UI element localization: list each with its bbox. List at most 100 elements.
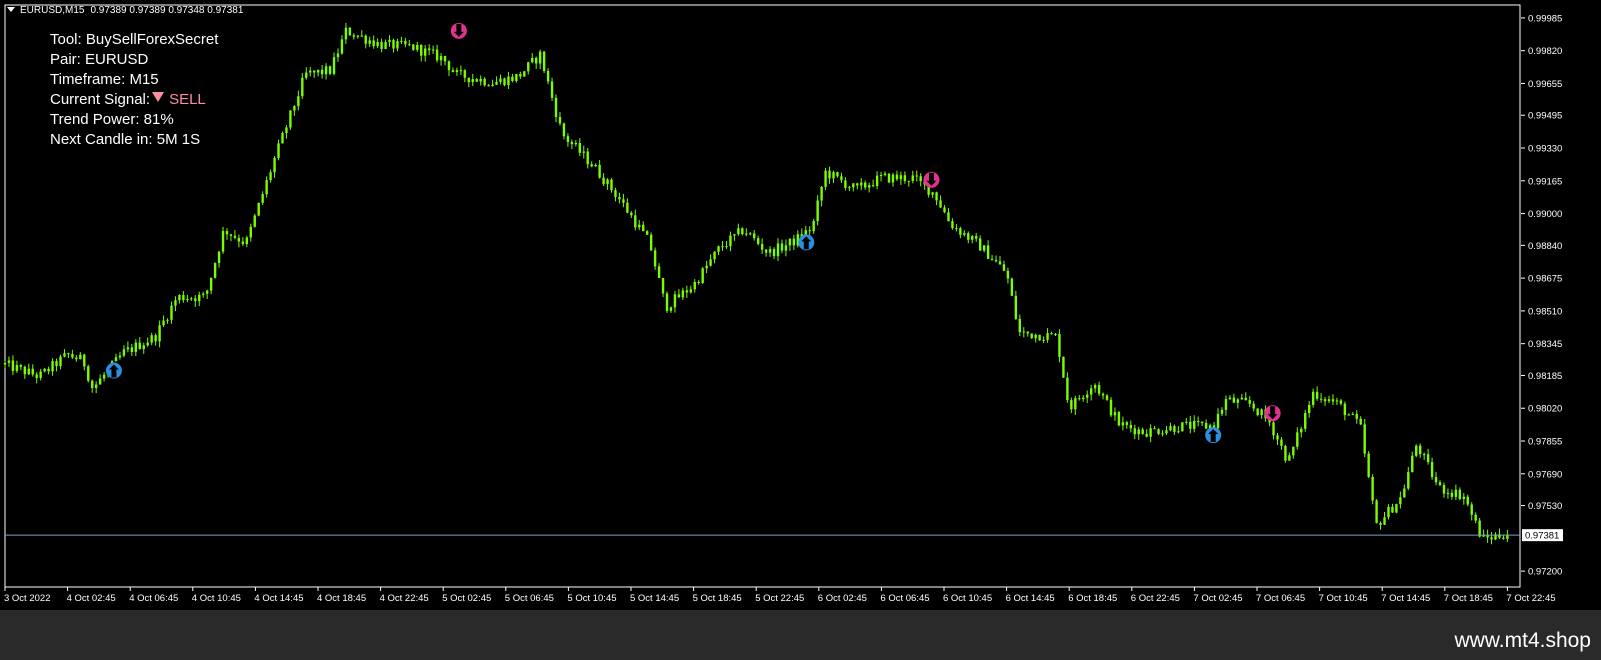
candle-body <box>828 170 831 179</box>
candle-body <box>404 40 407 45</box>
sell-arrow-icon <box>1264 405 1281 422</box>
buy-arrow-icon <box>1205 427 1222 444</box>
candle-body <box>824 170 827 187</box>
candle-body <box>158 325 161 342</box>
y-tick-label: 0.99165 <box>1528 176 1562 187</box>
x-tick-label: 6 Oct 22:45 <box>1131 593 1180 604</box>
candle-body <box>661 277 665 294</box>
candle-body <box>146 342 149 346</box>
candle-body <box>154 335 157 342</box>
candle-body <box>265 180 268 195</box>
price-chart[interactable]: 0.99985 0.99820 0.99655 0.99495 0.99330 0.991… <box>0 0 1601 610</box>
candle-body <box>713 251 716 260</box>
candle-body <box>134 342 138 352</box>
x-tick-label: 6 Oct 02:45 <box>818 593 867 604</box>
candle-body <box>677 294 681 298</box>
current-price-label: 0.97381 <box>1525 531 1559 542</box>
candle-body <box>1089 388 1093 395</box>
x-tick-label: 4 Oct 06:45 <box>129 593 178 604</box>
candle-body <box>416 44 419 50</box>
candle-body <box>1066 377 1069 401</box>
candle-body <box>733 234 736 236</box>
candle-body <box>578 142 581 153</box>
y-tick-label: 0.98020 <box>1528 404 1562 415</box>
candle-body <box>245 237 249 245</box>
candle-body <box>634 215 637 228</box>
candle-body <box>1470 504 1473 515</box>
candle-body <box>1185 421 1188 423</box>
candle-body <box>332 57 336 74</box>
candle-body <box>1339 400 1343 404</box>
chart-menu-triangle-icon[interactable] <box>7 7 15 12</box>
candle-body <box>963 233 966 235</box>
x-tick-label: 4 Oct 18:45 <box>317 593 366 604</box>
candle-body <box>1121 422 1125 426</box>
candle-body <box>745 233 748 235</box>
candle-body <box>1141 429 1144 434</box>
candle-body <box>352 35 356 37</box>
candle-body <box>669 307 673 311</box>
candle-body <box>423 48 427 56</box>
candle-body <box>955 228 958 230</box>
candle-body <box>439 55 443 61</box>
candle-body <box>780 243 784 251</box>
candle-body <box>895 174 899 180</box>
candle-body <box>1042 339 1045 341</box>
candle-body <box>1038 334 1041 341</box>
candle-body <box>542 51 546 71</box>
candle-body <box>586 151 589 165</box>
candle-body <box>217 251 221 264</box>
candle-body <box>63 353 66 357</box>
candle-body <box>856 183 859 186</box>
candle-body <box>1506 535 1509 539</box>
candle-body <box>1407 472 1410 489</box>
candle-body <box>836 172 839 177</box>
candle-body <box>899 175 903 180</box>
x-tick-label: 5 Oct 02:45 <box>442 593 491 604</box>
candle-body <box>273 157 276 173</box>
candle-body <box>1058 334 1061 357</box>
candle-body <box>39 371 42 378</box>
candle-body <box>776 243 780 257</box>
candle-body <box>1260 409 1263 416</box>
next-candle-label: Next Candle in: 5M 1S <box>50 131 201 148</box>
candle-body <box>186 298 189 301</box>
candle-body <box>221 231 225 252</box>
candle-body <box>507 76 510 86</box>
candle-body <box>1070 400 1073 410</box>
candle-body <box>1022 331 1025 333</box>
candle-body <box>459 70 463 72</box>
x-tick-label: 6 Oct 10:45 <box>943 593 992 604</box>
candle-body <box>1446 492 1450 494</box>
candle-body <box>1399 497 1402 505</box>
y-tick-label: 0.97530 <box>1528 501 1562 512</box>
candle-body <box>907 180 911 182</box>
candle-body <box>463 70 467 78</box>
candle-body <box>653 250 657 267</box>
candle-body <box>602 177 605 185</box>
candle-body <box>11 360 15 371</box>
symbol-timeframe: EURUSD,M15 <box>20 5 85 16</box>
candle-body <box>665 293 669 311</box>
candle-body <box>998 261 1002 265</box>
candle-body <box>570 141 574 145</box>
x-tick-label: 4 Oct 22:45 <box>380 593 429 604</box>
candle-body <box>741 228 744 235</box>
candle-body <box>534 57 538 64</box>
chart-area[interactable]: 0.99985 0.99820 0.99655 0.99495 0.99330 0.991… <box>0 0 1601 610</box>
candle-body <box>1395 504 1398 513</box>
candle-body <box>1292 446 1295 456</box>
candle-body <box>1149 428 1152 437</box>
candle-body <box>1129 424 1133 429</box>
candle-body <box>130 347 134 352</box>
candle-body <box>1006 270 1010 279</box>
candle-body <box>582 151 585 153</box>
candle-body <box>162 320 165 326</box>
candle-body <box>705 265 708 269</box>
candle-body <box>550 81 554 98</box>
candle-body <box>1062 356 1065 378</box>
candle-body <box>340 39 344 54</box>
candle-body <box>372 40 375 47</box>
candle-body <box>554 97 558 118</box>
candle-body <box>368 40 371 44</box>
